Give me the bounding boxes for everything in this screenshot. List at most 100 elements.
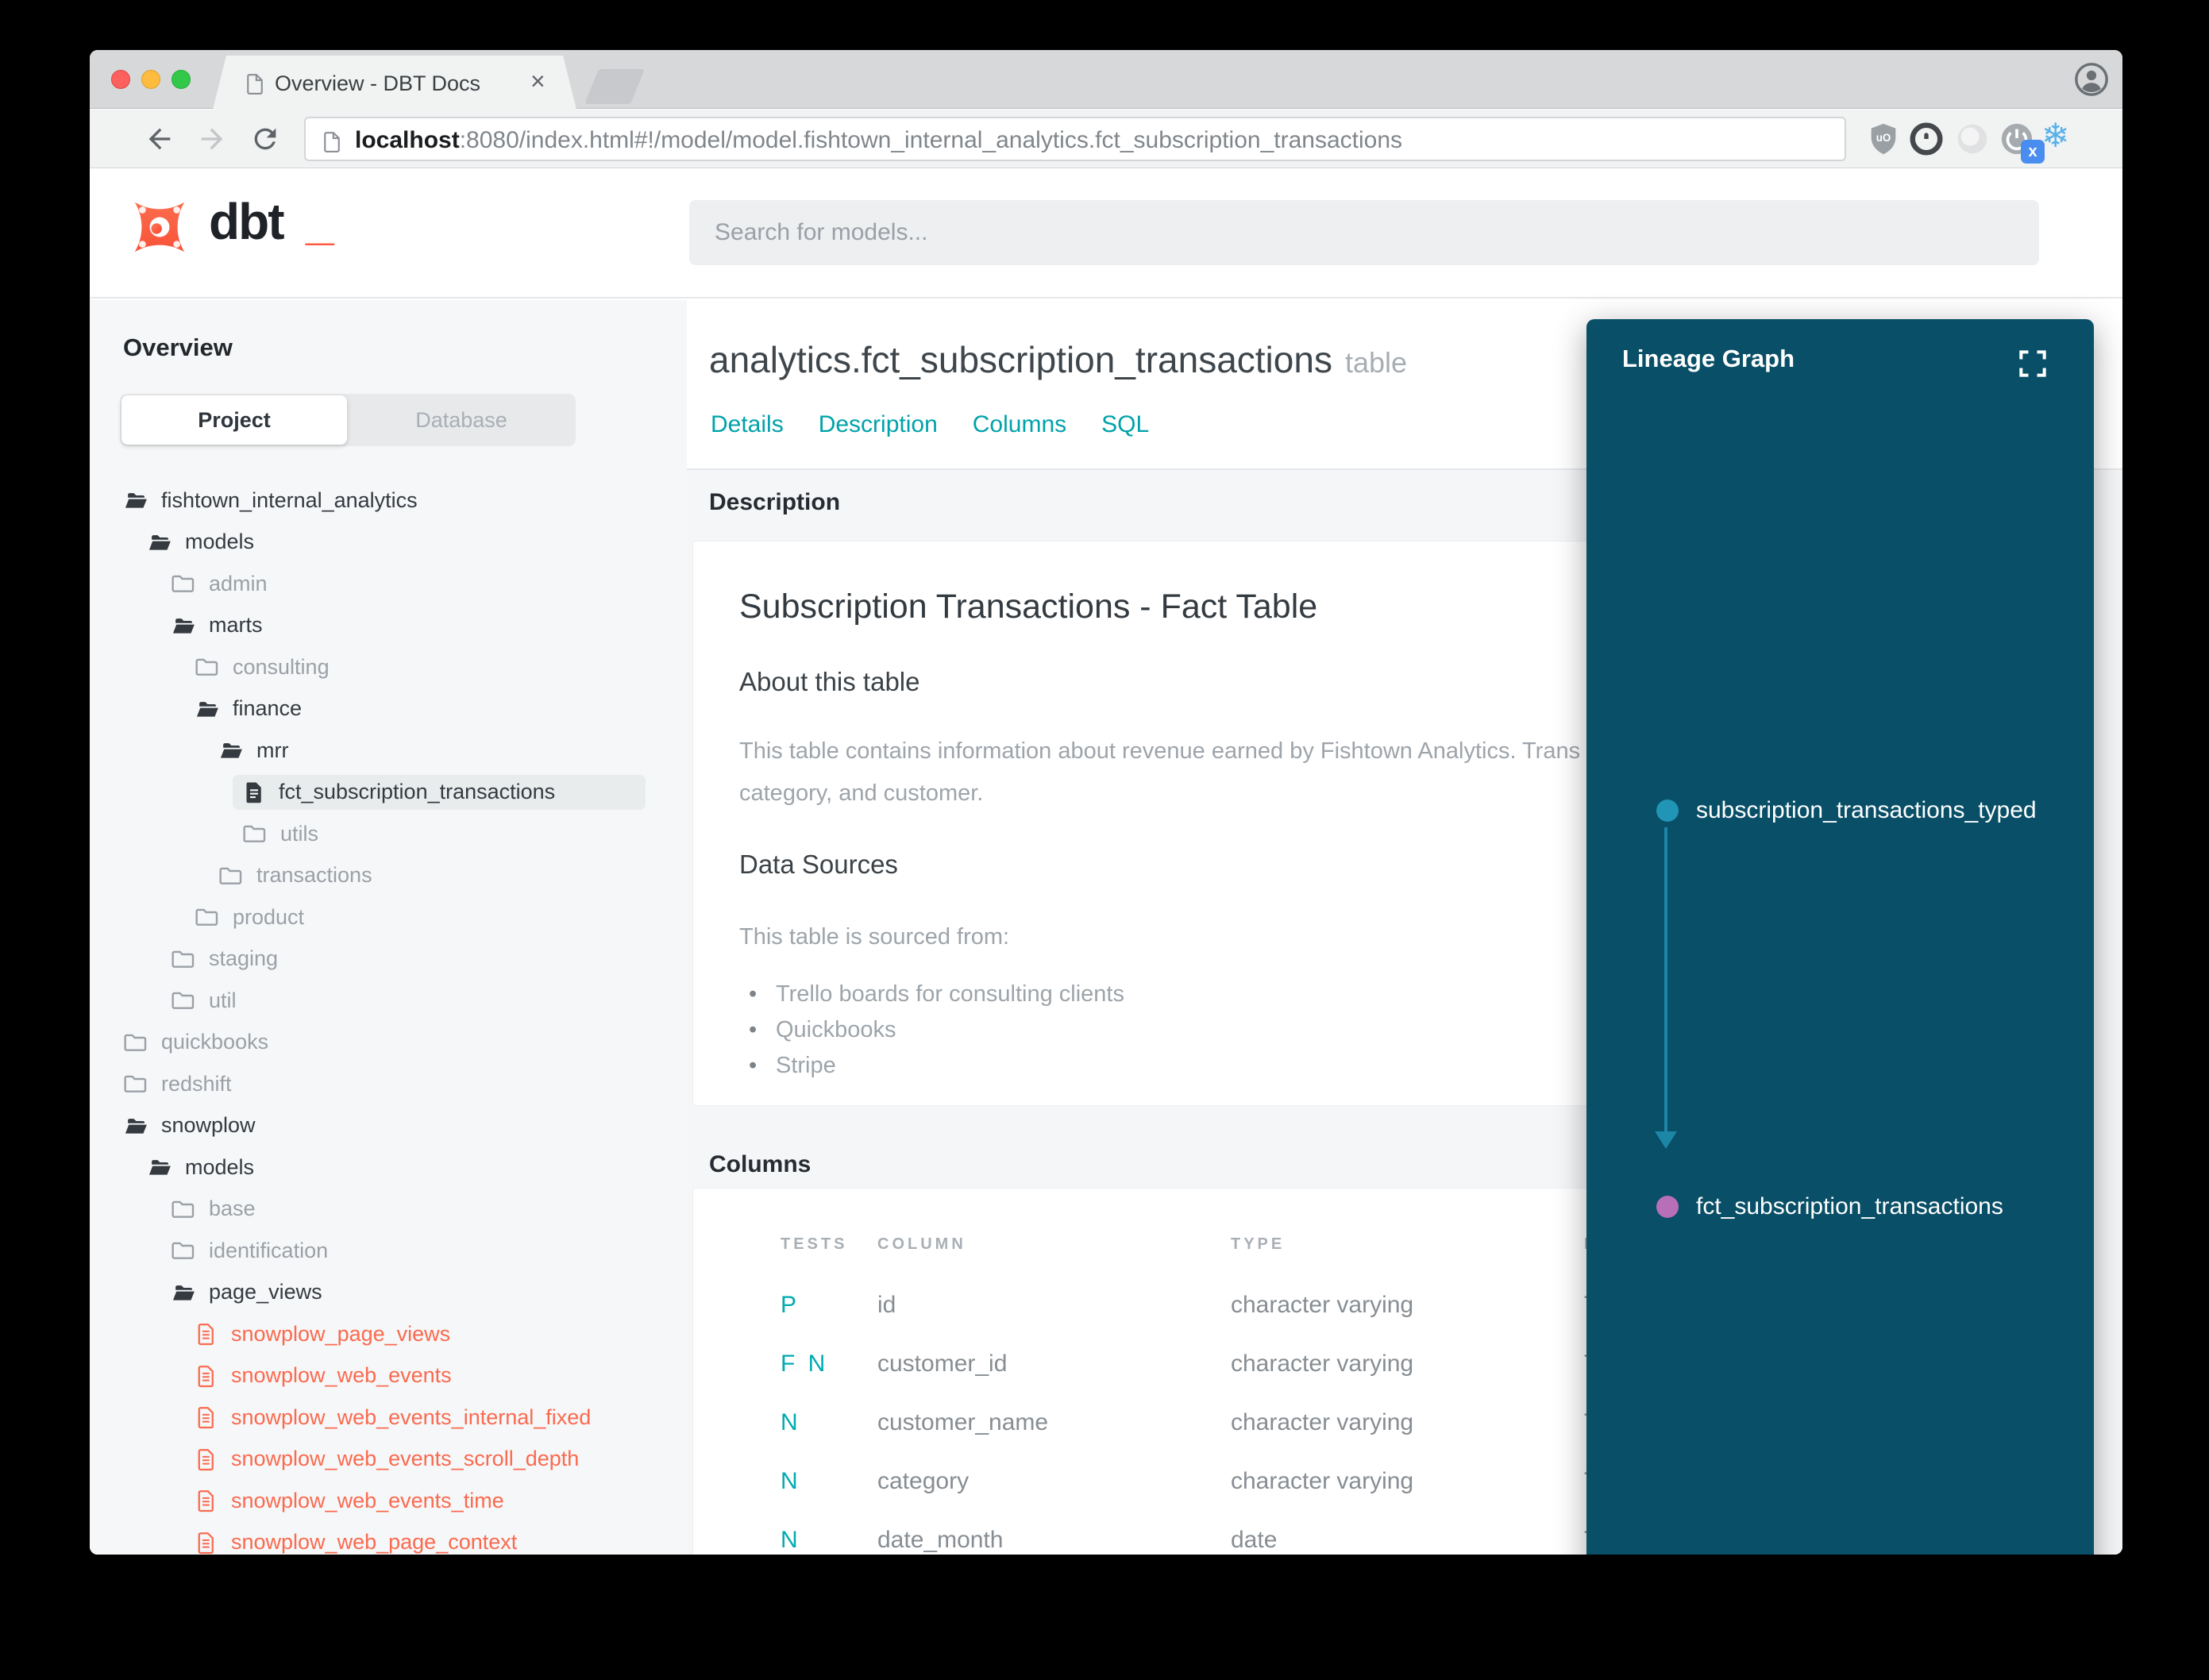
- tree-item-label: utils: [280, 821, 319, 846]
- screenshot-canvas: Overview - DBT Docs × localhost:8080/ind…: [0, 0, 2209, 1680]
- tree-item-models[interactable]: models: [90, 522, 687, 564]
- ublock-shield-icon[interactable]: uO: [1865, 121, 1902, 157]
- tree-item-finance[interactable]: finance: [90, 688, 687, 730]
- tree-item-label: redshift: [161, 1071, 232, 1096]
- fullscreen-icon[interactable]: [2015, 346, 2050, 385]
- tree-item-snowplow_web_events_internal_fixed[interactable]: snowplow_web_events_internal_fixed: [90, 1397, 687, 1439]
- address-bar[interactable]: localhost:8080/index.html#!/model/model.…: [304, 117, 1846, 161]
- tree-item-snowplow_web_page_context[interactable]: snowplow_web_page_context: [90, 1522, 687, 1555]
- tree-item-label: identification: [209, 1238, 329, 1262]
- column-header-tests: TESTS: [781, 1235, 848, 1253]
- tree-item-snowplow_web_events_scroll_depth[interactable]: snowplow_web_events_scroll_depth: [90, 1439, 687, 1481]
- search-input[interactable]: [689, 200, 2039, 265]
- tree-item-identification[interactable]: identification: [90, 1230, 687, 1272]
- anchor-link-columns[interactable]: Columns: [973, 411, 1066, 438]
- tree-item-snowplow[interactable]: snowplow: [90, 1105, 687, 1147]
- tree-item-snowplow_web_events_time[interactable]: snowplow_web_events_time: [90, 1480, 687, 1522]
- forward-button[interactable]: [196, 123, 228, 155]
- tree-item-label: fishtown_internal_analytics: [161, 487, 418, 512]
- profile-avatar-icon[interactable]: [2073, 61, 2110, 102]
- folder-icon: [195, 904, 220, 930]
- browser-toolbar: localhost:8080/index.html#!/model/model.…: [90, 110, 2122, 168]
- tab-close-icon[interactable]: ×: [530, 67, 546, 96]
- folder-open-icon: [195, 696, 220, 722]
- node-dot-icon: [1656, 1196, 1679, 1218]
- browser-tab-strip: Overview - DBT Docs ×: [90, 50, 2122, 110]
- tree-item-redshift[interactable]: redshift: [90, 1063, 687, 1105]
- folder-icon: [171, 988, 196, 1013]
- lineage-node-subscription_transactions_typed[interactable]: subscription_transactions_typed: [1656, 797, 2037, 824]
- folder-icon: [218, 863, 244, 888]
- anchor-link-details[interactable]: Details: [711, 411, 784, 438]
- back-button[interactable]: [144, 123, 175, 155]
- anchor-link-sql[interactable]: SQL: [1101, 411, 1149, 438]
- tree-item-staging[interactable]: staging: [90, 938, 687, 981]
- traffic-light-close-button[interactable]: [111, 70, 130, 89]
- node-dot-icon: [1656, 800, 1679, 822]
- new-tab-button[interactable]: [584, 69, 645, 104]
- file-lines-icon: [195, 1488, 218, 1513]
- browser-window: Overview - DBT Docs × localhost:8080/ind…: [90, 50, 2122, 1555]
- cell-type: character varying: [1231, 1351, 1414, 1377]
- tree-item-label: marts: [209, 613, 263, 638]
- data-sources-intro: This table is sourced from:: [739, 924, 1010, 950]
- file-lines-icon: [195, 1404, 218, 1430]
- lineage-graph-panel: Lineage Graph subscription_transactions_…: [1586, 319, 2094, 1555]
- tree-item-label: staging: [209, 946, 279, 971]
- node-label: fct_subscription_transactions: [1696, 1193, 2003, 1220]
- onepassword-icon[interactable]: [1908, 121, 1945, 157]
- cell-column: date_month: [877, 1527, 1004, 1553]
- browser-tab[interactable]: Overview - DBT Docs ×: [213, 56, 576, 110]
- cell-column: customer_name: [877, 1409, 1049, 1435]
- tree-item-util[interactable]: util: [90, 980, 687, 1022]
- folder-icon: [171, 571, 196, 596]
- tree-item-base[interactable]: base: [90, 1189, 687, 1231]
- anchor-link-description[interactable]: Description: [819, 411, 938, 438]
- tree-item-fct_subscription_transactions[interactable]: fct_subscription_transactions: [90, 772, 687, 814]
- cell-tests: F N: [781, 1351, 829, 1377]
- about-heading: About this table: [739, 667, 920, 696]
- file-lines-icon: [195, 1363, 218, 1389]
- tree-item-label: snowplow_web_events_scroll_depth: [231, 1447, 580, 1471]
- cell-column: id: [877, 1292, 896, 1318]
- cell-tests: N: [781, 1468, 801, 1494]
- tree-item-snowplow_page_views[interactable]: snowplow_page_views: [90, 1313, 687, 1355]
- tab-database[interactable]: Database: [349, 395, 574, 445]
- folder-open-icon: [171, 613, 196, 638]
- tree-item-label: finance: [233, 696, 303, 721]
- svg-text:uO: uO: [1876, 132, 1891, 144]
- tree-item-admin[interactable]: admin: [90, 563, 687, 605]
- tree-item-label: snowplow_web_events: [231, 1363, 452, 1388]
- tree-item-transactions[interactable]: transactions: [90, 855, 687, 897]
- tree-item-fishtown_internal_analytics[interactable]: fishtown_internal_analytics: [90, 480, 687, 522]
- description-section-label: Description: [709, 489, 841, 515]
- tree-item-utils[interactable]: utils: [90, 813, 687, 855]
- snowflake-icon[interactable]: ❄: [2041, 116, 2069, 155]
- tree-item-mrr[interactable]: mrr: [90, 730, 687, 772]
- tree-item-label: admin: [209, 571, 268, 595]
- data-source-item: Trello boards for consulting clients: [746, 977, 1124, 1012]
- tree-item-quickbooks[interactable]: quickbooks: [90, 1022, 687, 1064]
- folder-icon: [171, 1238, 196, 1263]
- tree-item-label: util: [209, 988, 237, 1012]
- tree-item-models[interactable]: models: [90, 1146, 687, 1189]
- tree-item-snowplow_web_events[interactable]: snowplow_web_events: [90, 1355, 687, 1397]
- tree-item-consulting[interactable]: consulting: [90, 646, 687, 688]
- tab-project[interactable]: Project: [121, 395, 347, 445]
- file-lines-icon: [195, 1447, 218, 1472]
- file-lines-icon: [195, 1530, 218, 1555]
- lineage-node-fct_subscription_transactions[interactable]: fct_subscription_transactions: [1656, 1193, 2003, 1220]
- tree-item-page_views[interactable]: page_views: [90, 1272, 687, 1314]
- dbt-logo-icon[interactable]: [121, 189, 198, 269]
- tree-item-product[interactable]: product: [90, 896, 687, 938]
- tree-item-marts[interactable]: marts: [90, 605, 687, 647]
- traffic-light-minimize-button[interactable]: [141, 70, 160, 89]
- sidebar: Overview Project Database fishtown_inter…: [90, 300, 687, 1555]
- reload-button[interactable]: [249, 123, 281, 155]
- cell-type: date: [1231, 1527, 1278, 1553]
- tree-item-label: snowplow_web_events_time: [231, 1488, 504, 1512]
- traffic-light-maximize-button[interactable]: [172, 70, 191, 89]
- tree-item-label: base: [209, 1196, 256, 1221]
- extension-circle-icon[interactable]: [1954, 121, 1991, 157]
- folder-icon: [171, 946, 196, 972]
